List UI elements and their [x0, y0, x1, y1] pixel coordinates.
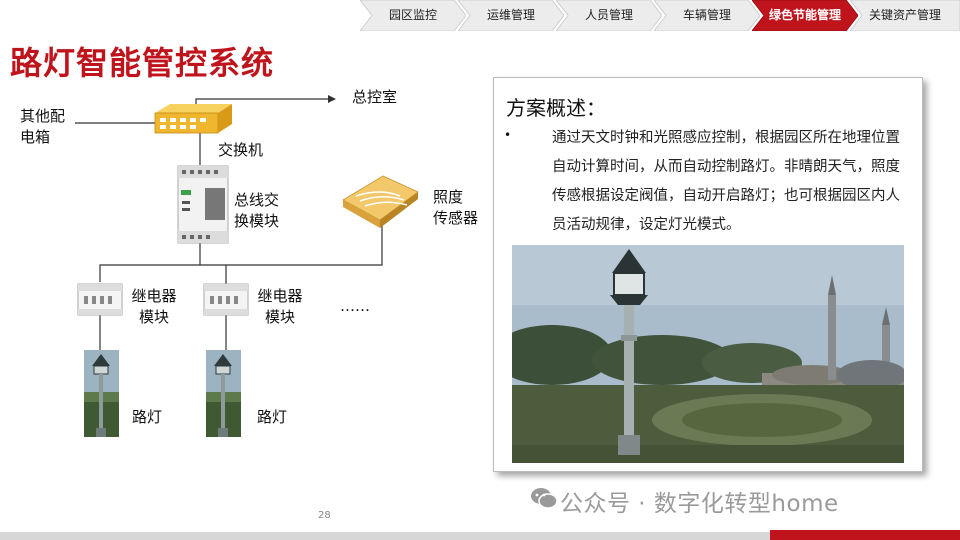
line-trunk — [99, 226, 383, 282]
switch-icon — [154, 104, 232, 134]
panel-description: 通过天文时钟和光照感应控制，根据园区所在地理位置自动计算时间，从而自动控制路灯。… — [552, 130, 900, 233]
switch-label: 交换机 — [218, 141, 264, 159]
footer-accent — [770, 530, 960, 540]
panel-title: 方案概述： — [506, 96, 606, 120]
bus-module-icon — [177, 165, 229, 244]
street-lamp-photo — [512, 245, 904, 463]
street-lamp-label: 路灯 — [132, 408, 163, 426]
arrow-head — [328, 95, 336, 103]
light-sensor-icon — [342, 175, 419, 228]
relay-module-icon — [203, 283, 249, 316]
street-lamp-icon — [206, 350, 241, 437]
wechat-icon — [530, 485, 558, 511]
tab-vehicles[interactable]: 车辆管理 — [654, 0, 760, 31]
tab-label: 关键资产管理 — [868, 8, 941, 22]
page-number: 28 — [318, 510, 331, 521]
overview-panel: 方案概述： • 通过天文时钟和光照感应控制，根据园区所在地理位置自动计算时间，从… — [493, 77, 923, 472]
tab-label: 人员管理 — [584, 8, 633, 22]
relay-module-label: 继电器 模块 — [131, 287, 177, 326]
tab-green-energy[interactable]: 绿色节能管理 — [752, 0, 858, 31]
tab-key-assets[interactable]: 关键资产管理 — [850, 0, 960, 31]
light-sensor-label: 照度 传感器 — [433, 188, 479, 227]
tab-label: 运维管理 — [486, 8, 535, 22]
bullet-marker: • — [504, 128, 512, 142]
relay-module-label: 继电器 模块 — [257, 287, 303, 326]
tab-label: 车辆管理 — [682, 8, 731, 22]
watermark: 公众号 · 数字化转型home — [560, 491, 839, 517]
street-lamp-label: 路灯 — [257, 408, 288, 426]
control-room-label: 总控室 — [352, 88, 398, 106]
other-distribution-box-label: 其他配 电箱 — [20, 107, 66, 146]
bus-module-label: 总线交 换模块 — [234, 191, 280, 230]
street-lamp-icon — [84, 350, 119, 437]
tab-personnel[interactable]: 人员管理 — [556, 0, 662, 31]
more-ellipsis: …… — [340, 297, 370, 315]
relay-module-icon — [77, 283, 123, 316]
tab-label: 绿色节能管理 — [768, 8, 841, 22]
